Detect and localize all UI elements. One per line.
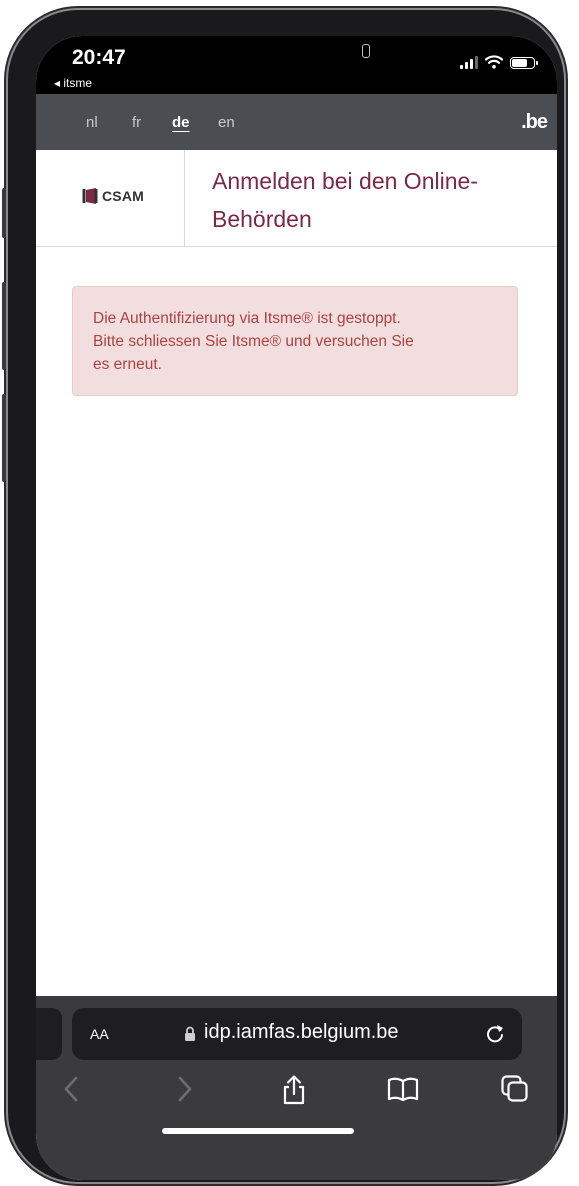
reload-icon[interactable] xyxy=(484,1022,506,1044)
csam-logo[interactable]: CSAM xyxy=(36,150,185,246)
screen: 20:47 ◂ itsme nl fr de en .be CSAM Anmel… xyxy=(36,36,557,1180)
lang-fr-link[interactable]: fr xyxy=(132,114,141,131)
home-indicator[interactable] xyxy=(162,1128,354,1134)
tabs-icon[interactable] xyxy=(500,1074,530,1104)
back-icon[interactable] xyxy=(62,1074,82,1104)
volume-up-button xyxy=(2,282,6,370)
share-icon[interactable] xyxy=(280,1074,308,1106)
lock-icon xyxy=(185,1026,195,1041)
previous-tab-peek[interactable] xyxy=(36,1008,62,1060)
url-text: idp.iamfas.belgium.be xyxy=(204,1021,399,1043)
bookmarks-icon[interactable] xyxy=(386,1074,420,1104)
status-icons xyxy=(460,55,538,69)
back-to-app-link[interactable]: ◂ itsme xyxy=(54,76,92,90)
status-time: 20:47 xyxy=(72,46,126,69)
cellular-signal-icon xyxy=(460,56,478,69)
text-size-label: AA xyxy=(90,1026,109,1042)
lang-nl-link[interactable]: nl xyxy=(86,114,98,131)
csam-logo-text: CSAM xyxy=(102,188,145,204)
address-bar[interactable]: AA idp.iamfas.belgium.be xyxy=(72,1008,522,1060)
wifi-icon xyxy=(485,55,503,69)
error-alert: Die Authentifizierung via Itsme® ist ges… xyxy=(72,286,518,396)
page-header: CSAM Anmelden bei den Online- Behörden xyxy=(36,150,557,247)
alert-line-2: Bitte schliessen Sie Itsme® und versuche… xyxy=(93,333,414,350)
page-title: Anmelden bei den Online- Behörden xyxy=(212,162,542,238)
alert-line-3: es erneut. xyxy=(93,356,162,373)
safari-toolbar: AA idp.iamfas.belgium.be xyxy=(36,996,557,1180)
battery-icon xyxy=(510,57,538,69)
page-title-line-1: Anmelden bei den Online- xyxy=(212,168,478,194)
text-size-button[interactable]: AA xyxy=(90,1023,109,1045)
volume-down-button xyxy=(2,394,6,482)
status-bar: 20:47 ◂ itsme xyxy=(36,36,557,94)
page-title-line-2: Behörden xyxy=(212,206,312,232)
lang-de-link[interactable]: de xyxy=(172,114,190,131)
camera-indicator-icon xyxy=(362,44,370,58)
be-logo[interactable]: .be xyxy=(521,111,548,134)
csam-door-icon xyxy=(82,188,98,204)
forward-icon[interactable] xyxy=(174,1074,194,1104)
lang-en-link[interactable]: en xyxy=(218,114,235,131)
silent-switch xyxy=(2,188,6,238)
language-bar: nl fr de en .be xyxy=(36,94,557,150)
alert-line-1: Die Authentifizierung via Itsme® ist ges… xyxy=(93,310,401,327)
